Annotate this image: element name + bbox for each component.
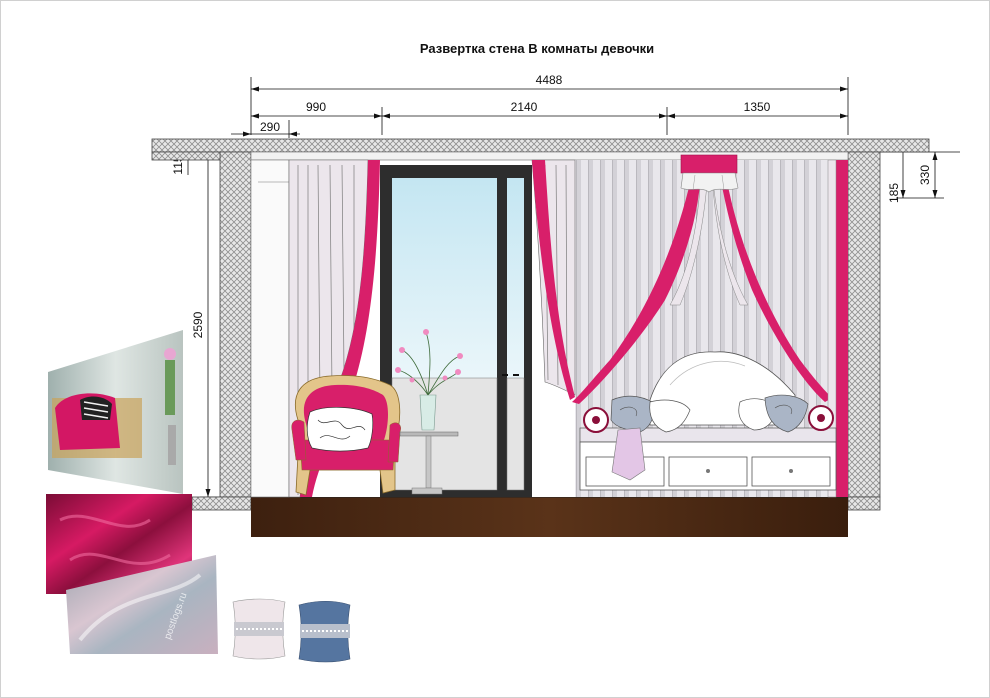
dim-height: 2590	[191, 311, 205, 338]
right-floor-section	[847, 496, 881, 511]
right-wall-section	[847, 151, 881, 498]
floor	[251, 497, 848, 537]
dim-segment-middle: 2140	[511, 100, 538, 114]
pillow-sample-blue	[298, 600, 351, 663]
dim-segment-right: 1350	[744, 100, 771, 114]
left-wall-section	[219, 151, 252, 498]
dim-offset-left: 290	[260, 120, 280, 134]
pillow-sample-white	[232, 598, 286, 660]
left-ceiling-step	[151, 151, 221, 161]
balcony-door	[380, 165, 532, 497]
dim-segment-left: 990	[306, 100, 326, 114]
wall-elevation-drawing: 4488 990 2140 1350 290 2590 115 185 330	[46, 73, 960, 663]
left-floor-section	[191, 496, 252, 511]
wall-column	[250, 159, 290, 498]
reference-photo-interior	[48, 330, 183, 494]
ceiling-slab	[151, 138, 930, 153]
dim-total-width: 4488	[536, 73, 563, 87]
cornice	[250, 151, 849, 161]
dim-top-right-outer: 330	[918, 165, 932, 185]
dim-top-right-inner: 185	[887, 183, 901, 203]
